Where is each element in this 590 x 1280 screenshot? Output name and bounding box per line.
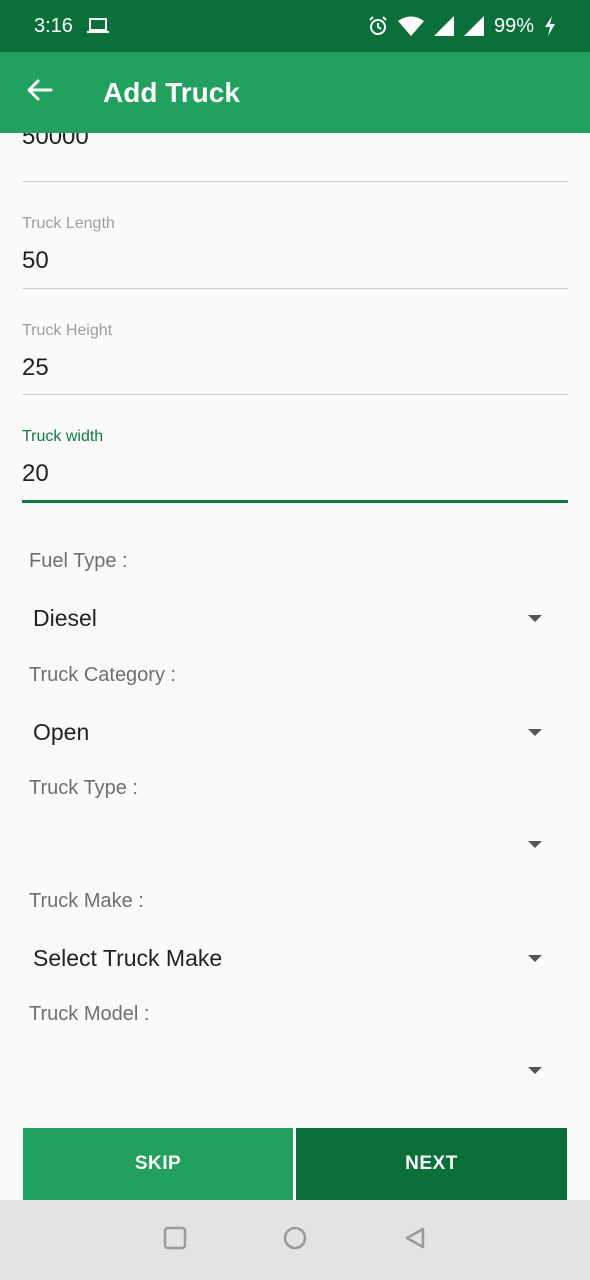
truck-category-value: Open xyxy=(33,718,90,745)
truck-length-underline xyxy=(22,288,568,289)
truck-width-field[interactable]: Truck width 20 xyxy=(22,428,568,503)
truck-make-value: Select Truck Make xyxy=(33,944,223,971)
form-content[interactable]: 50000 Truck Length 50 Truck Height 25 Tr… xyxy=(0,133,590,1200)
capacity-field-underline xyxy=(22,181,568,182)
truck-type-label: Truck Type : xyxy=(29,777,138,799)
truck-length-label: Truck Length xyxy=(22,215,115,232)
dropdown-arrow-icon xyxy=(528,614,542,622)
truck-height-label: Truck Height xyxy=(22,322,113,339)
dropdown-arrow-icon xyxy=(528,954,542,962)
status-right: 99% xyxy=(368,15,556,38)
square-icon[interactable] xyxy=(163,1226,187,1255)
truck-model-select[interactable] xyxy=(22,1045,568,1095)
status-left: 3:16 xyxy=(34,15,109,38)
alarm-icon xyxy=(368,16,388,36)
truck-model-label: Truck Model : xyxy=(29,1003,150,1025)
screen: 3:16 99% Add Truck 50000 Truck Length 50… xyxy=(0,0,590,1280)
status-time: 3:16 xyxy=(34,14,73,37)
truck-width-input[interactable]: 20 xyxy=(22,460,568,490)
fuel-type-select[interactable]: Diesel xyxy=(22,593,568,643)
next-button[interactable]: NEXT xyxy=(296,1128,567,1200)
truck-width-underline xyxy=(22,500,568,503)
truck-height-input[interactable]: 25 xyxy=(22,354,568,384)
signal-icon xyxy=(433,16,454,36)
system-nav-bar xyxy=(0,1200,590,1280)
dropdown-arrow-icon xyxy=(528,728,542,736)
skip-button[interactable]: SKIP xyxy=(23,1128,293,1200)
laptop-icon xyxy=(86,18,109,34)
truck-make-select[interactable]: Select Truck Make xyxy=(22,933,568,983)
truck-category-label: Truck Category : xyxy=(29,664,177,686)
wifi-icon xyxy=(397,16,424,36)
back-button[interactable] xyxy=(0,52,80,133)
fuel-type-value: Diesel xyxy=(33,604,97,631)
dropdown-arrow-icon xyxy=(528,840,542,848)
truck-height-field[interactable]: Truck Height 25 xyxy=(22,322,568,395)
capacity-field-value[interactable]: 50000 xyxy=(22,133,89,151)
truck-make-label: Truck Make : xyxy=(29,890,144,912)
triangle-back-icon[interactable] xyxy=(403,1226,427,1255)
truck-height-underline xyxy=(22,394,568,395)
arrow-left-icon xyxy=(27,79,53,106)
truck-width-label: Truck width xyxy=(22,428,104,445)
fuel-type-label: Fuel Type : xyxy=(29,550,128,572)
truck-length-input[interactable]: 50 xyxy=(22,247,568,277)
signal-icon xyxy=(463,16,484,36)
circle-icon[interactable] xyxy=(282,1225,308,1256)
battery-percent: 99% xyxy=(493,14,534,37)
truck-length-field[interactable]: Truck Length 50 xyxy=(22,215,568,289)
truck-type-select[interactable] xyxy=(22,819,568,869)
status-bar: 3:16 99% xyxy=(0,0,590,52)
truck-category-select[interactable]: Open xyxy=(22,707,568,757)
dropdown-arrow-icon xyxy=(528,1066,542,1074)
page-title: Add Truck xyxy=(103,76,240,108)
app-bar: Add Truck xyxy=(0,52,590,133)
battery-charging-icon xyxy=(544,16,556,36)
